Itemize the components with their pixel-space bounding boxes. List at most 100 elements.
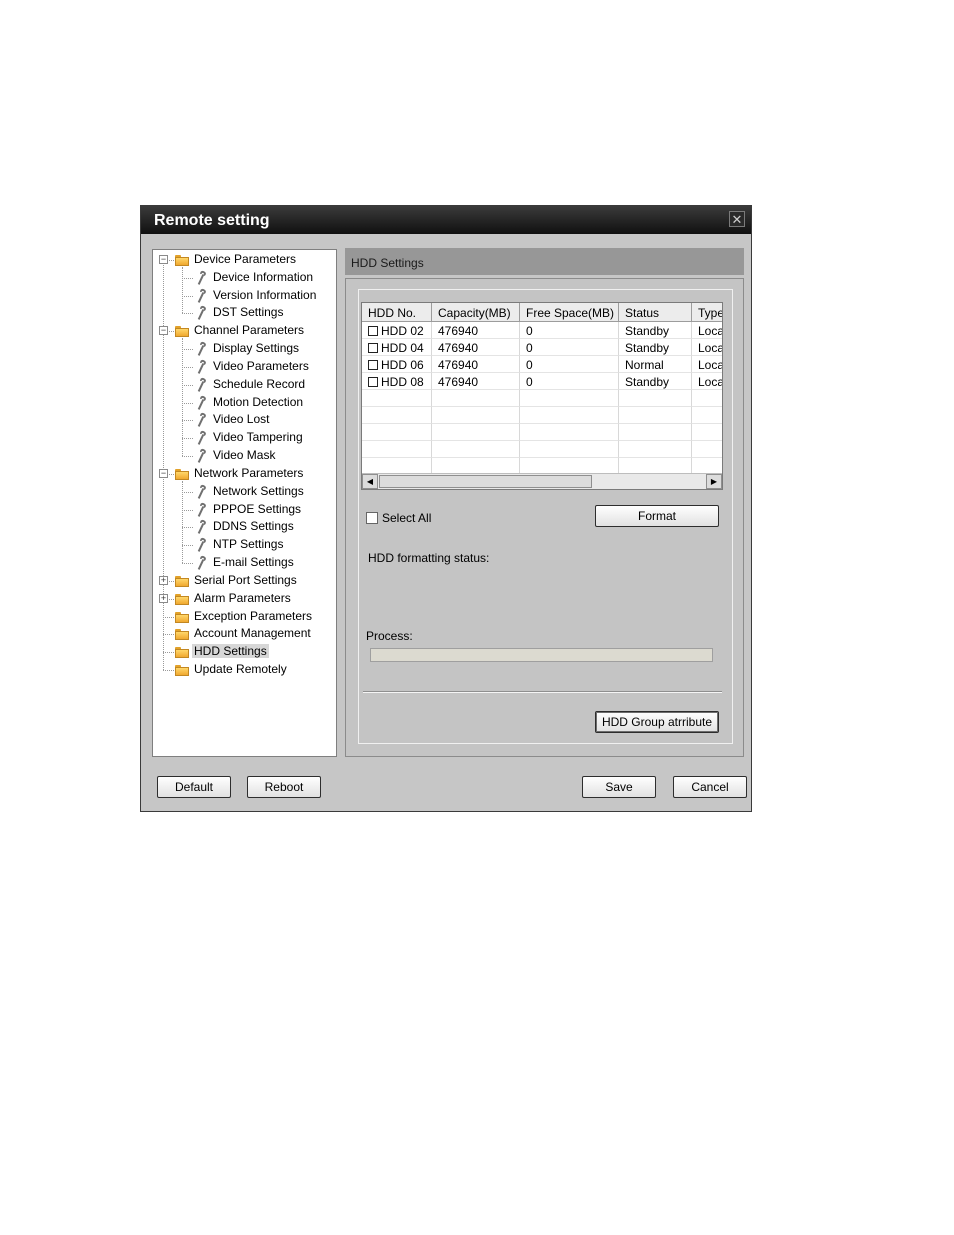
wrench-icon xyxy=(195,289,207,303)
tree-item-e-mail-settings[interactable]: E-mail Settings xyxy=(153,554,336,572)
row-checkbox[interactable] xyxy=(368,377,378,387)
reboot-button[interactable]: Reboot xyxy=(247,776,321,798)
column-header-status[interactable]: Status xyxy=(619,303,692,322)
tree-branch-line xyxy=(182,545,193,546)
tree-item-ddns-settings[interactable]: DDNS Settings xyxy=(153,518,336,536)
folder-icon xyxy=(175,576,189,587)
column-header-type[interactable]: Type xyxy=(692,303,722,322)
wrench-icon xyxy=(195,306,207,320)
panel-header: HDD Settings xyxy=(345,248,744,275)
tree-item-account-management[interactable]: Account Management xyxy=(153,625,336,643)
tree-item-update-remotely[interactable]: Update Remotely xyxy=(153,661,336,679)
horizontal-scrollbar[interactable]: ◀ ▶ xyxy=(362,473,722,489)
table-cell xyxy=(432,424,520,441)
tree-item-label: Network Parameters xyxy=(194,466,304,480)
tree-item-label: DDNS Settings xyxy=(213,519,294,533)
scrollbar-thumb[interactable] xyxy=(379,475,592,488)
tree-branch-line xyxy=(182,278,193,279)
tree-item-network-settings[interactable]: Network Settings xyxy=(153,483,336,501)
tree-item-exception-parameters[interactable]: Exception Parameters xyxy=(153,608,336,626)
table-cell xyxy=(619,390,692,407)
scroll-right-icon[interactable]: ▶ xyxy=(706,474,722,489)
tree-item-pppoe-settings[interactable]: PPPOE Settings xyxy=(153,501,336,519)
tree-item-video-parameters[interactable]: Video Parameters xyxy=(153,358,336,376)
tree-item-serial-port-settings[interactable]: + Serial Port Settings xyxy=(153,572,336,590)
table-cell xyxy=(520,441,619,458)
tree-item-dst-settings[interactable]: DST Settings xyxy=(153,304,336,322)
format-button[interactable]: Format xyxy=(595,505,719,527)
tree-item-label: Network Settings xyxy=(213,484,304,498)
row-checkbox[interactable] xyxy=(368,343,378,353)
default-button[interactable]: Default xyxy=(157,776,231,798)
expand-icon[interactable]: + xyxy=(159,594,168,603)
table-cell xyxy=(692,407,722,424)
table-row[interactable]: HDD 08 476940 0 Standby Loca xyxy=(362,373,722,390)
tree-item-device-information[interactable]: Device Information xyxy=(153,269,336,287)
tree-branch-line xyxy=(182,349,193,350)
cancel-button[interactable]: Cancel xyxy=(673,776,747,798)
hdd-table: HDD No. Capacity(MB) Free Space(MB) Status T… xyxy=(361,302,723,490)
tree-item-label: PPPOE Settings xyxy=(213,502,302,516)
table-cell xyxy=(619,441,692,458)
hdd-number: HDD 06 xyxy=(381,358,424,372)
column-header-capacity-mb[interactable]: Capacity(MB) xyxy=(432,303,520,322)
table-cell xyxy=(432,407,520,424)
folder-icon xyxy=(175,594,189,605)
settings-tree: − Device Parameters Device Information Vers… xyxy=(152,249,337,757)
collapse-icon[interactable]: − xyxy=(159,326,168,335)
tree-item-display-settings[interactable]: Display Settings xyxy=(153,340,336,358)
wrench-icon xyxy=(195,520,207,534)
tree-item-label: Schedule Record xyxy=(213,377,306,391)
table-cell xyxy=(619,424,692,441)
tree-branch-line xyxy=(163,634,174,635)
table-cell: Loca xyxy=(692,339,722,356)
divider xyxy=(363,691,722,693)
collapse-icon[interactable]: − xyxy=(159,469,168,478)
tree-item-device-parameters[interactable]: − Device Parameters xyxy=(153,251,336,269)
table-row[interactable]: HDD 04 476940 0 Standby Loca xyxy=(362,339,722,356)
table-row[interactable]: HDD 06 476940 0 Normal Loca xyxy=(362,356,722,373)
select-all-checkbox[interactable]: Select All xyxy=(366,511,431,525)
tree-item-label: Account Management xyxy=(194,626,311,640)
table-cell: 0 xyxy=(520,322,619,339)
formatting-status-label: HDD formatting status: xyxy=(368,551,490,565)
tree-item-channel-parameters[interactable]: − Channel Parameters xyxy=(153,322,336,340)
tree-item-schedule-record[interactable]: Schedule Record xyxy=(153,376,336,394)
row-checkbox[interactable] xyxy=(368,360,378,370)
wrench-icon xyxy=(195,396,207,410)
checkbox-icon xyxy=(366,512,378,524)
save-button[interactable]: Save xyxy=(582,776,656,798)
table-cell: Standby xyxy=(619,373,692,390)
tree-item-ntp-settings[interactable]: NTP Settings xyxy=(153,536,336,554)
close-icon[interactable]: ✕ xyxy=(729,211,745,227)
table-cell: Loca xyxy=(692,322,722,339)
scroll-left-icon[interactable]: ◀ xyxy=(362,474,378,489)
tree-item-alarm-parameters[interactable]: + Alarm Parameters xyxy=(153,590,336,608)
tree-item-hdd-settings[interactable]: HDD Settings xyxy=(153,643,336,661)
table-row[interactable]: HDD 02 476940 0 Standby Loca xyxy=(362,322,722,339)
column-header-hdd-no[interactable]: HDD No. xyxy=(362,303,432,322)
title-bar[interactable]: Remote setting ✕ xyxy=(141,206,751,234)
tree-item-label: NTP Settings xyxy=(213,537,284,551)
tree-item-video-mask[interactable]: Video Mask xyxy=(153,447,336,465)
wrench-icon xyxy=(195,431,207,445)
table-cell: 476940 xyxy=(432,322,520,339)
table-cell: HDD 04 xyxy=(362,339,432,356)
column-header-free-space-mb[interactable]: Free Space(MB) xyxy=(520,303,619,322)
wrench-icon xyxy=(195,413,207,427)
tree-branch-line xyxy=(163,617,174,618)
tree-item-label: Channel Parameters xyxy=(194,323,305,337)
tree-item-label: Video Lost xyxy=(213,412,270,426)
tree-item-version-information[interactable]: Version Information xyxy=(153,287,336,305)
tree-item-video-lost[interactable]: Video Lost xyxy=(153,411,336,429)
tree-item-network-parameters[interactable]: − Network Parameters xyxy=(153,465,336,483)
tree-item-video-tampering[interactable]: Video Tampering xyxy=(153,429,336,447)
tree-item-motion-detection[interactable]: Motion Detection xyxy=(153,394,336,412)
hdd-group-attribute-button[interactable]: HDD Group atrribute xyxy=(595,711,719,733)
tree-item-label: Display Settings xyxy=(213,341,300,355)
row-checkbox[interactable] xyxy=(368,326,378,336)
folder-icon xyxy=(175,629,189,640)
expand-icon[interactable]: + xyxy=(159,576,168,585)
collapse-icon[interactable]: − xyxy=(159,255,168,264)
tree-item-label: Video Parameters xyxy=(213,359,309,373)
